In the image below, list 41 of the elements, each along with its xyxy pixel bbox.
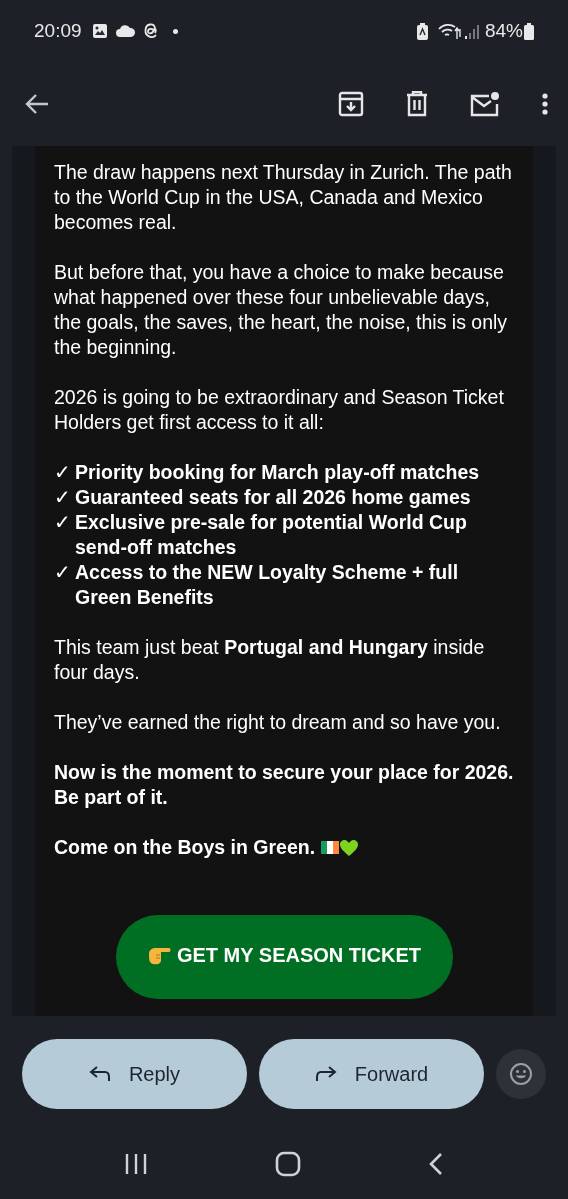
status-time: 20:09 [34,18,82,43]
paragraph: 2026 is going to be extraordinary and Season Ticket Holders get first access to it all: [54,385,505,435]
emoji-reaction-button[interactable] [496,1049,546,1099]
image-icon [91,23,108,39]
check-mark: ✓ [54,460,71,485]
paragraph: The draw happens next Thursday in Zurich. The path to the World Cup in the USA, Canada and Mexico becomes real. [54,160,513,235]
reply-icon [88,1066,111,1082]
paragraph: But before that, you have a choice to make because what happened over these four unbelievable days, the goals, the saves, the heart, the noise, this is only the beginning. [54,260,509,360]
battery-percentage: 84% [484,18,523,43]
benefit-text: Guaranteed seats for all 2026 home games [75,485,471,510]
get-season-ticket-button[interactable]: GET MY SEASON TICKET [115,915,453,999]
cloud-icon [115,25,135,37]
smiley-icon [509,1062,533,1086]
more-options-icon[interactable] [542,93,548,115]
check-mark: ✓ [54,510,71,535]
benefit-text: Priority booking for March play-off matches [75,460,480,485]
wifi-icon [437,22,462,40]
paragraph: Now is the moment to secure your place for 2026. Be part of it. [54,760,514,810]
flag-icon [321,841,340,854]
battery-icon [524,22,534,40]
home-icon[interactable] [275,1151,301,1177]
closing-line: Come on the Boys in Green. [54,835,316,860]
paragraph: They’ve earned the right to dream and so have you. [54,710,502,735]
recent-apps-icon[interactable] [123,1152,148,1176]
nav-back-icon[interactable] [428,1152,445,1176]
back-arrow-icon[interactable] [24,93,50,115]
at-sign-icon [142,22,159,40]
check-mark: ✓ [54,560,71,585]
trash-icon[interactable] [406,91,428,117]
forward-button[interactable]: Forward [259,1039,484,1109]
benefit-text: Exclusive pre-sale for potential World Cup send-off matches [75,510,468,560]
signal-icon [464,23,481,39]
reply-button[interactable]: Reply [22,1039,247,1109]
benefit-text: Access to the NEW Loyalty Scheme + full Green Benefits [75,560,460,610]
paragraph: This team just beat Portugal and Hungary inside four days. [54,635,486,685]
forward-icon [314,1066,337,1082]
heart-icon [339,838,360,857]
archive-icon[interactable] [338,91,364,117]
mark-unread-icon[interactable] [470,91,500,117]
check-mark: ✓ [54,485,71,510]
battery-saver-icon [416,22,428,40]
